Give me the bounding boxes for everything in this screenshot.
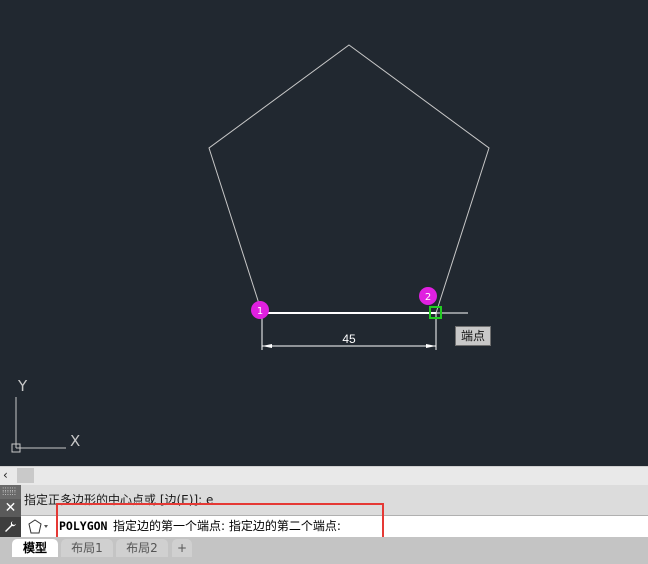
layout-tabs: 模型 布局1 布局2 + bbox=[0, 537, 648, 564]
scroll-thumb[interactable] bbox=[17, 468, 34, 483]
horizontal-scrollbar[interactable]: ‹ bbox=[0, 466, 648, 485]
svg-text:1: 1 bbox=[257, 306, 263, 317]
wrench-icon[interactable] bbox=[0, 517, 21, 537]
tab-layout1[interactable]: 布局1 bbox=[61, 539, 113, 557]
snap-tooltip: 端点 bbox=[455, 326, 491, 346]
ucs-y-label: Y bbox=[17, 377, 28, 395]
add-layout-button[interactable]: + bbox=[172, 539, 192, 557]
scroll-left-icon[interactable]: ‹ bbox=[3, 467, 8, 484]
ucs-icon: Y X bbox=[11, 377, 80, 453]
point-marker-1: 1 bbox=[251, 301, 269, 319]
svg-text:2: 2 bbox=[425, 292, 431, 303]
tab-layout2[interactable]: 布局2 bbox=[116, 539, 168, 557]
dimension-text: 45 bbox=[342, 332, 356, 346]
drawing-canvas[interactable]: 45 1 2 Y X 端点 bbox=[0, 0, 648, 466]
drawing-svg[interactable]: 45 1 2 Y X bbox=[0, 0, 648, 466]
pentagon-shape[interactable] bbox=[208, 44, 490, 314]
point-marker-2: 2 bbox=[419, 287, 437, 305]
polygon-command-icon[interactable] bbox=[27, 518, 49, 536]
ucs-x-label: X bbox=[70, 432, 80, 450]
tab-model[interactable]: 模型 bbox=[12, 539, 58, 557]
close-icon[interactable]: ✕ bbox=[0, 499, 21, 517]
drag-grip-icon[interactable]: :::::::::::: bbox=[0, 485, 21, 499]
dimension-45: 45 bbox=[261, 313, 437, 350]
